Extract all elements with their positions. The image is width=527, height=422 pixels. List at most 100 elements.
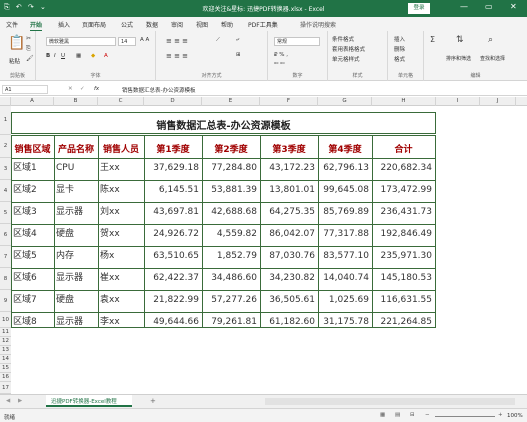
sort-filter-icon[interactable]: ⇅ bbox=[456, 35, 464, 45]
table-cell[interactable]: 21,822.99 bbox=[146, 296, 199, 305]
table-cell[interactable]: 区域4 bbox=[13, 230, 51, 239]
table-cell[interactable]: 36,505.61 bbox=[262, 296, 315, 305]
table-cell[interactable]: 43,172.23 bbox=[262, 164, 315, 173]
zoom-in-icon[interactable]: + bbox=[498, 412, 503, 418]
font-color-icon[interactable]: A bbox=[104, 53, 108, 59]
number-format-select[interactable]: 常规 bbox=[274, 37, 320, 46]
table-cell[interactable]: 99,645.08 bbox=[320, 186, 369, 195]
table-cell[interactable]: 硬盘 bbox=[56, 296, 95, 305]
table-cell[interactable]: 62,796.13 bbox=[320, 164, 369, 173]
bold-button[interactable]: B bbox=[46, 53, 50, 59]
table-cell[interactable]: 王xx bbox=[100, 164, 141, 173]
format-painter-icon[interactable]: 🖌 bbox=[26, 55, 34, 62]
row-header[interactable]: 11 bbox=[0, 328, 11, 337]
table-cell[interactable]: 221,264.85 bbox=[374, 318, 432, 327]
autosum-icon[interactable]: Σ bbox=[430, 35, 435, 44]
align-top-icon[interactable]: ≡ ≡ ≡ bbox=[166, 37, 188, 45]
table-cell[interactable]: 硬盘 bbox=[56, 230, 95, 239]
currency-icon[interactable]: ₽ % , bbox=[274, 52, 288, 58]
row-header[interactable]: 14 bbox=[0, 355, 11, 364]
horizontal-scrollbar[interactable] bbox=[265, 398, 515, 405]
table-cell[interactable]: 173,472.99 bbox=[374, 186, 432, 195]
table-cell[interactable]: 220,682.34 bbox=[374, 164, 432, 173]
header-cell[interactable]: 销售区域 bbox=[11, 142, 54, 155]
table-cell[interactable]: 34,486.60 bbox=[204, 274, 257, 283]
italic-button[interactable]: I bbox=[54, 53, 56, 59]
tab-view[interactable]: 视图 bbox=[196, 20, 208, 29]
table-cell[interactable]: 陈xx bbox=[100, 186, 141, 195]
tell-me-search[interactable]: 操作说明搜索 bbox=[300, 20, 336, 29]
insert-cells-button[interactable]: 插入 bbox=[394, 35, 405, 43]
format-cells-button[interactable]: 格式 bbox=[394, 55, 405, 63]
table-cell[interactable]: 116,631.55 bbox=[374, 296, 432, 305]
table-cell[interactable]: 区域8 bbox=[13, 318, 51, 327]
underline-button[interactable]: U bbox=[61, 53, 65, 59]
column-header[interactable]: J bbox=[480, 97, 516, 106]
table-cell[interactable]: 区域5 bbox=[13, 252, 51, 261]
column-header[interactable]: H bbox=[372, 97, 436, 106]
row-header[interactable]: 8 bbox=[0, 268, 11, 290]
table-cell[interactable]: 显示器 bbox=[56, 318, 95, 327]
column-header[interactable]: C bbox=[98, 97, 144, 106]
tab-data[interactable]: 数据 bbox=[146, 20, 158, 29]
enter-icon[interactable]: ✓ bbox=[80, 86, 85, 92]
tab-file[interactable]: 文件 bbox=[6, 20, 18, 29]
table-cell[interactable]: 192,846.49 bbox=[374, 230, 432, 239]
paste-icon[interactable]: 📋 bbox=[8, 35, 25, 51]
table-cell[interactable]: 79,261.81 bbox=[204, 318, 257, 327]
borders-icon[interactable]: ▦ bbox=[76, 53, 81, 59]
table-cell[interactable]: 李xx bbox=[100, 318, 141, 327]
table-cell[interactable]: 杨x bbox=[100, 252, 141, 261]
row-header[interactable]: 4 bbox=[0, 180, 11, 202]
column-header[interactable]: E bbox=[202, 97, 260, 106]
table-cell[interactable]: 77,284.80 bbox=[204, 164, 257, 173]
header-cell[interactable]: 第4季度 bbox=[318, 142, 372, 155]
delete-cells-button[interactable]: 删除 bbox=[394, 45, 405, 53]
row-header[interactable]: 13 bbox=[0, 346, 11, 355]
table-cell[interactable]: 显卡 bbox=[56, 186, 95, 195]
zoom-slider[interactable] bbox=[435, 416, 495, 417]
table-cell[interactable]: 145,180.53 bbox=[374, 274, 432, 283]
title-cell[interactable] bbox=[11, 112, 436, 134]
decimal-icon[interactable]: ⁰⁰ ⁰⁰ bbox=[274, 62, 285, 68]
table-cell[interactable]: 4,559.82 bbox=[204, 230, 257, 239]
sort-filter-label[interactable]: 排序和筛选 bbox=[446, 55, 471, 62]
tab-review[interactable]: 审阅 bbox=[171, 20, 183, 29]
table-cell[interactable]: 刘xx bbox=[100, 208, 141, 217]
row-header[interactable]: 2 bbox=[0, 135, 11, 158]
tab-pdf-tools[interactable]: PDF工具集 bbox=[248, 20, 278, 29]
row-header[interactable]: 6 bbox=[0, 224, 11, 246]
align-left-icon[interactable]: ≡ ≡ ≡ bbox=[166, 52, 188, 60]
cell-styles-button[interactable]: 单元格样式 bbox=[332, 55, 360, 63]
insert-function-icon[interactable]: fx bbox=[94, 86, 99, 92]
table-cell[interactable]: 53,881.39 bbox=[204, 186, 257, 195]
table-cell[interactable]: 区域1 bbox=[13, 164, 51, 173]
table-cell[interactable]: 1,852.79 bbox=[204, 252, 257, 261]
merge-center-icon[interactable]: ⊞ bbox=[236, 52, 241, 58]
cancel-icon[interactable]: ✕ bbox=[68, 86, 73, 92]
table-cell[interactable]: 显示器 bbox=[56, 274, 95, 283]
table-cell[interactable]: 区域7 bbox=[13, 296, 51, 305]
orientation-icon[interactable]: ⟋ bbox=[216, 37, 220, 44]
table-cell[interactable]: 区域6 bbox=[13, 274, 51, 283]
table-cell[interactable]: 区域2 bbox=[13, 186, 51, 195]
conditional-format-button[interactable]: 条件格式 bbox=[332, 35, 354, 43]
scroll-left-icon[interactable]: ◀ bbox=[6, 398, 10, 404]
column-header[interactable]: D bbox=[144, 97, 202, 106]
table-cell[interactable]: 83,577.10 bbox=[320, 252, 369, 261]
table-cell[interactable]: 6,145.51 bbox=[146, 186, 199, 195]
minimize-button[interactable]: — bbox=[460, 2, 468, 11]
column-header[interactable]: F bbox=[260, 97, 318, 106]
formula-input[interactable]: 销售数据汇总表-办公资源模板 bbox=[122, 86, 196, 94]
table-cell[interactable]: 贺xx bbox=[100, 230, 141, 239]
tab-insert[interactable]: 插入 bbox=[58, 20, 70, 29]
header-cell[interactable]: 第2季度 bbox=[202, 142, 260, 155]
table-cell[interactable]: 24,926.72 bbox=[146, 230, 199, 239]
column-header[interactable]: A bbox=[11, 97, 54, 106]
name-box[interactable]: A1 bbox=[2, 85, 48, 94]
table-cell[interactable]: 235,971.30 bbox=[374, 252, 432, 261]
close-button[interactable]: ✕ bbox=[510, 2, 517, 11]
row-header[interactable]: 7 bbox=[0, 246, 11, 268]
copy-icon[interactable]: ⎘ bbox=[26, 45, 31, 53]
find-select-label[interactable]: 查找和选择 bbox=[480, 55, 505, 62]
